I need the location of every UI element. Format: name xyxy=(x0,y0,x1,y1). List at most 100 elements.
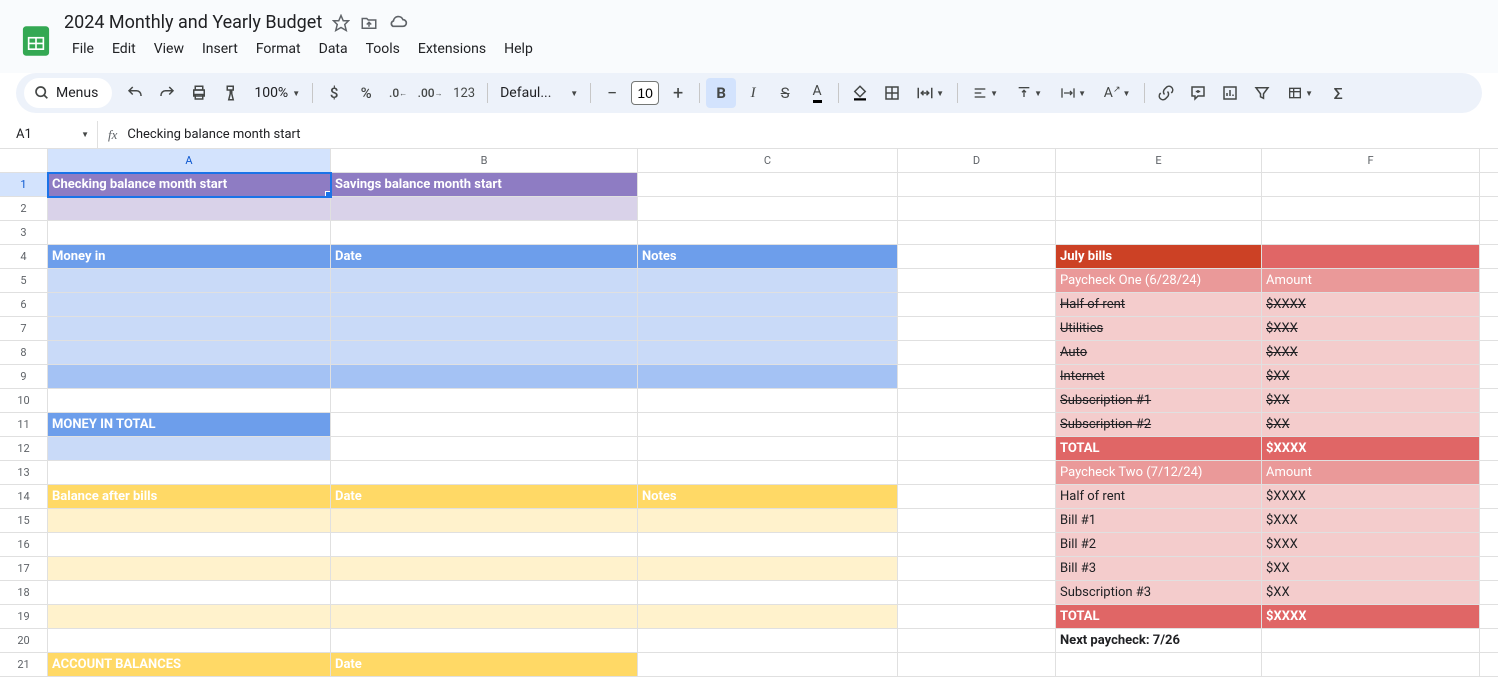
decrease-decimal-button[interactable]: .0← xyxy=(383,78,413,108)
cell-A16[interactable] xyxy=(48,533,331,557)
cell-B21[interactable]: Date xyxy=(331,653,638,677)
cell-D6[interactable] xyxy=(898,293,1056,317)
cell-extra-4[interactable] xyxy=(1480,245,1498,269)
cell-C7[interactable] xyxy=(638,317,898,341)
cell-B7[interactable] xyxy=(331,317,638,341)
cell-D7[interactable] xyxy=(898,317,1056,341)
col-header-E[interactable]: E xyxy=(1056,149,1262,173)
cell-D12[interactable] xyxy=(898,437,1056,461)
cell-extra-15[interactable] xyxy=(1480,509,1498,533)
cell-D16[interactable] xyxy=(898,533,1056,557)
cell-C13[interactable] xyxy=(638,461,898,485)
cell-F10[interactable]: $XX xyxy=(1262,389,1480,413)
cell-B1[interactable]: Savings balance month start xyxy=(331,173,638,197)
row-header-7[interactable]: 7 xyxy=(0,317,48,341)
row-header-20[interactable]: 20 xyxy=(0,629,48,653)
cell-E7[interactable]: Utilities xyxy=(1056,317,1262,341)
table-view-button[interactable]: ▼ xyxy=(1279,78,1321,108)
spreadsheet-grid[interactable]: ABCDEF1Checking balance month startSavin… xyxy=(0,149,1498,677)
cell-extra-1[interactable] xyxy=(1480,173,1498,197)
cell-A5[interactable] xyxy=(48,269,331,293)
cell-B19[interactable] xyxy=(331,605,638,629)
cell-C15[interactable] xyxy=(638,509,898,533)
cell-extra-3[interactable] xyxy=(1480,221,1498,245)
cell-A15[interactable] xyxy=(48,509,331,533)
cell-C10[interactable] xyxy=(638,389,898,413)
col-header-F[interactable]: F xyxy=(1262,149,1480,173)
sheets-logo[interactable] xyxy=(16,21,56,61)
fontsize-increase-button[interactable]: + xyxy=(663,78,693,108)
italic-button[interactable]: I xyxy=(738,78,768,108)
cell-F3[interactable] xyxy=(1262,221,1480,245)
row-header-6[interactable]: 6 xyxy=(0,293,48,317)
fill-color-button[interactable] xyxy=(845,78,875,108)
col-header-extra[interactable] xyxy=(1480,149,1498,173)
cell-extra-2[interactable] xyxy=(1480,197,1498,221)
cell-D2[interactable] xyxy=(898,197,1056,221)
cell-A12[interactable] xyxy=(48,437,331,461)
cell-E6[interactable]: Half of rent xyxy=(1056,293,1262,317)
col-header-A[interactable]: A xyxy=(48,149,331,173)
cell-A1[interactable]: Checking balance month start xyxy=(48,173,331,197)
doc-title[interactable]: 2024 Monthly and Yearly Budget xyxy=(64,12,322,33)
zoom-select[interactable]: 100%▼ xyxy=(248,78,306,108)
cell-F9[interactable]: $XX xyxy=(1262,365,1480,389)
row-header-14[interactable]: 14 xyxy=(0,485,48,509)
cell-F12[interactable]: $XXXX xyxy=(1262,437,1480,461)
menu-file[interactable]: File xyxy=(64,37,102,61)
star-icon[interactable] xyxy=(332,14,350,32)
number-format-button[interactable]: 123 xyxy=(447,78,481,108)
undo-button[interactable] xyxy=(120,78,150,108)
cell-D11[interactable] xyxy=(898,413,1056,437)
cell-A4[interactable]: Money in xyxy=(48,245,331,269)
cell-E2[interactable] xyxy=(1056,197,1262,221)
cell-E17[interactable]: Bill #3 xyxy=(1056,557,1262,581)
menu-help[interactable]: Help xyxy=(496,37,541,61)
font-select[interactable]: Defaul...▼ xyxy=(494,78,584,108)
row-header-19[interactable]: 19 xyxy=(0,605,48,629)
cell-E15[interactable]: Bill #1 xyxy=(1056,509,1262,533)
cell-B20[interactable] xyxy=(331,629,638,653)
cell-C2[interactable] xyxy=(638,197,898,221)
move-icon[interactable] xyxy=(360,14,378,32)
cell-C12[interactable] xyxy=(638,437,898,461)
cell-extra-16[interactable] xyxy=(1480,533,1498,557)
cell-C8[interactable] xyxy=(638,341,898,365)
cell-F8[interactable]: $XXX xyxy=(1262,341,1480,365)
cell-C6[interactable] xyxy=(638,293,898,317)
cell-B16[interactable] xyxy=(331,533,638,557)
col-header-C[interactable]: C xyxy=(638,149,898,173)
cell-F17[interactable]: $XX xyxy=(1262,557,1480,581)
cell-A17[interactable] xyxy=(48,557,331,581)
text-color-button[interactable]: A xyxy=(802,78,832,108)
cell-D21[interactable] xyxy=(898,653,1056,677)
cell-E8[interactable]: Auto xyxy=(1056,341,1262,365)
cell-A19[interactable] xyxy=(48,605,331,629)
cell-D1[interactable] xyxy=(898,173,1056,197)
row-header-17[interactable]: 17 xyxy=(0,557,48,581)
col-header-D[interactable]: D xyxy=(898,149,1056,173)
menus-search-button[interactable]: Menus xyxy=(24,78,112,108)
cell-extra-18[interactable] xyxy=(1480,581,1498,605)
row-header-3[interactable]: 3 xyxy=(0,221,48,245)
row-header-12[interactable]: 12 xyxy=(0,437,48,461)
name-box[interactable]: A1 ▼ xyxy=(8,121,98,148)
row-header-4[interactable]: 4 xyxy=(0,245,48,269)
cell-C18[interactable] xyxy=(638,581,898,605)
cell-E19[interactable]: TOTAL xyxy=(1056,605,1262,629)
cell-B14[interactable]: Date xyxy=(331,485,638,509)
cell-D13[interactable] xyxy=(898,461,1056,485)
cloud-icon[interactable] xyxy=(388,13,408,33)
cell-F7[interactable]: $XXX xyxy=(1262,317,1480,341)
row-header-18[interactable]: 18 xyxy=(0,581,48,605)
cell-A21[interactable]: ACCOUNT BALANCES xyxy=(48,653,331,677)
cell-E11[interactable]: Subscription #2 xyxy=(1056,413,1262,437)
row-header-21[interactable]: 21 xyxy=(0,653,48,677)
cell-E14[interactable]: Half of rent xyxy=(1056,485,1262,509)
cell-F15[interactable]: $XXX xyxy=(1262,509,1480,533)
row-header-11[interactable]: 11 xyxy=(0,413,48,437)
cell-E3[interactable] xyxy=(1056,221,1262,245)
link-button[interactable] xyxy=(1151,78,1181,108)
cell-F1[interactable] xyxy=(1262,173,1480,197)
cell-C11[interactable] xyxy=(638,413,898,437)
